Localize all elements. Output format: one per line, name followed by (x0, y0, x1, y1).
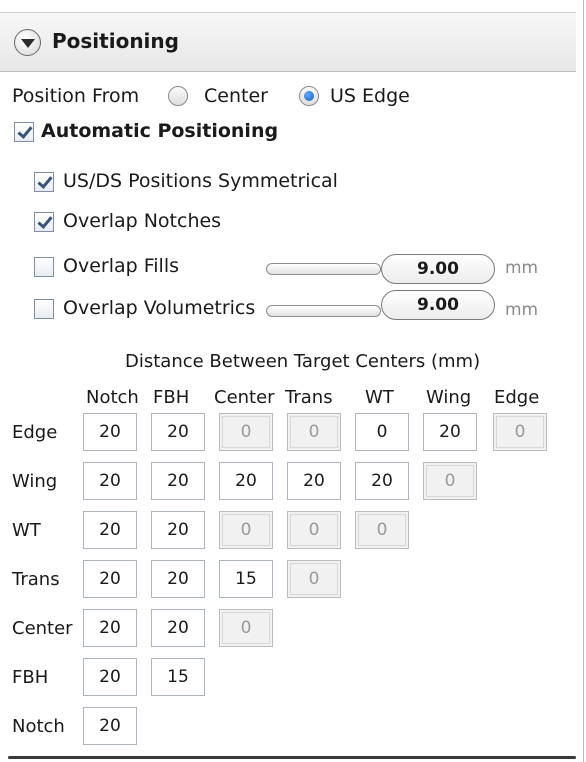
disabled-field-value: 0 (426, 465, 474, 497)
row-label-wt: WT (12, 520, 41, 541)
overlap-volumetrics-slider[interactable] (266, 305, 381, 317)
radio-center[interactable] (168, 86, 188, 106)
distance-field-edge-trans: 0 (287, 413, 341, 451)
distance-field-wing-notch[interactable]: 20 (83, 462, 137, 500)
row-label-edge: Edge (12, 422, 58, 443)
overlap-notches-checkbox[interactable] (34, 212, 54, 232)
overlap-fills-unit: mm (505, 258, 539, 278)
distance-field-fbh-notch[interactable]: 20 (83, 658, 137, 696)
distance-field-edge-fbh[interactable]: 20 (151, 413, 205, 451)
overlap-fills-value[interactable]: 9.00 (381, 254, 495, 284)
distance-field-trans-center[interactable]: 15 (219, 560, 273, 598)
distance-field-edge-wt[interactable]: 0 (355, 413, 409, 451)
distance-field-wt-center: 0 (219, 511, 273, 549)
section-title: Positioning (52, 29, 179, 53)
col-header-center: Center (214, 387, 275, 408)
col-header-wing: Wing (426, 387, 472, 408)
row-label-wing: Wing (12, 471, 58, 492)
radio-center-label: Center (204, 85, 268, 107)
distance-field-trans-notch[interactable]: 20 (83, 560, 137, 598)
overlap-fills-label: Overlap Fills (63, 255, 180, 277)
distance-field-trans-trans: 0 (287, 560, 341, 598)
disabled-field-value: 0 (222, 416, 270, 448)
distance-field-edge-center: 0 (219, 413, 273, 451)
distance-field-center-center: 0 (219, 609, 273, 647)
distance-field-center-fbh[interactable]: 20 (151, 609, 205, 647)
panel-bottom-edge (8, 756, 576, 759)
disabled-field-value: 0 (222, 612, 270, 644)
col-header-wt: WT (365, 387, 394, 408)
overlap-volumetrics-label: Overlap Volumetrics (63, 297, 256, 319)
disabled-field-value: 0 (290, 514, 338, 546)
radio-us-edge-label: US Edge (330, 85, 410, 107)
disabled-field-value: 0 (358, 514, 406, 546)
col-header-fbh: FBH (153, 387, 190, 408)
positioning-panel: Positioning Position From Center US Edge… (0, 0, 584, 762)
row-label-center: Center (12, 618, 73, 639)
distance-field-edge-edge: 0 (493, 413, 547, 451)
distance-field-wing-center[interactable]: 20 (219, 462, 273, 500)
col-header-edge: Edge (494, 387, 540, 408)
distance-field-wt-wt: 0 (355, 511, 409, 549)
distance-field-wing-wing: 0 (423, 462, 477, 500)
col-header-trans: Trans (285, 387, 333, 408)
distance-field-center-notch[interactable]: 20 (83, 609, 137, 647)
automatic-positioning-checkbox[interactable] (14, 122, 34, 142)
collapse-chevron-icon[interactable] (14, 29, 41, 56)
position-from-label: Position From (12, 85, 140, 107)
overlap-volumetrics-value[interactable]: 9.00 (381, 290, 495, 320)
overlap-volumetrics-checkbox[interactable] (34, 299, 54, 319)
section-header[interactable]: Positioning (0, 12, 576, 72)
symmetrical-checkbox[interactable] (34, 172, 54, 192)
row-label-fbh: FBH (12, 667, 49, 688)
distance-field-fbh-fbh[interactable]: 15 (151, 658, 205, 696)
distance-field-wt-fbh[interactable]: 20 (151, 511, 205, 549)
disabled-field-value: 0 (222, 514, 270, 546)
distance-field-wing-trans[interactable]: 20 (287, 462, 341, 500)
symmetrical-label: US/DS Positions Symmetrical (63, 170, 338, 192)
col-header-notch: Notch (86, 387, 139, 408)
distance-field-wing-wt[interactable]: 20 (355, 462, 409, 500)
overlap-fills-slider[interactable] (266, 263, 381, 275)
distance-field-notch-notch[interactable]: 20 (83, 707, 137, 745)
overlap-notches-label: Overlap Notches (63, 210, 222, 232)
row-label-notch: Notch (12, 716, 65, 737)
automatic-positioning-label: Automatic Positioning (41, 120, 279, 142)
disabled-field-value: 0 (290, 416, 338, 448)
radio-us-edge[interactable] (299, 86, 319, 106)
disabled-field-value: 0 (290, 563, 338, 595)
distance-field-edge-notch[interactable]: 20 (83, 413, 137, 451)
distance-field-trans-fbh[interactable]: 20 (151, 560, 205, 598)
distance-field-wing-fbh[interactable]: 20 (151, 462, 205, 500)
distance-field-wt-notch[interactable]: 20 (83, 511, 137, 549)
matrix-title: Distance Between Target Centers (mm) (125, 351, 481, 372)
overlap-fills-checkbox[interactable] (34, 257, 54, 277)
row-label-trans: Trans (12, 569, 60, 590)
overlap-volumetrics-unit: mm (505, 300, 539, 320)
distance-field-wt-trans: 0 (287, 511, 341, 549)
distance-field-edge-wing[interactable]: 20 (423, 413, 477, 451)
disabled-field-value: 0 (496, 416, 544, 448)
